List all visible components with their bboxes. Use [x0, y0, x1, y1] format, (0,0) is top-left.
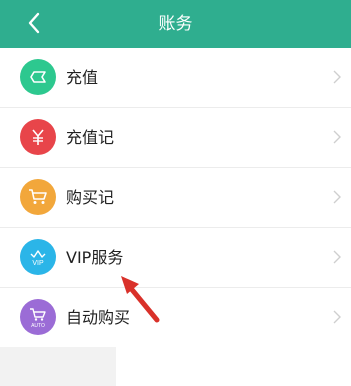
- menu-item-label: VIP服务: [66, 248, 124, 267]
- account-menu-list: 充值 充值记 购买记 VIP VIP服务 AUTO 自动购买: [0, 48, 351, 347]
- vip-crown-icon: VIP: [20, 239, 56, 275]
- overlay-panel: [116, 347, 351, 386]
- app-header: 账务: [0, 0, 351, 48]
- menu-item-auto-purchase[interactable]: AUTO 自动购买: [0, 288, 351, 347]
- menu-item-vip-service[interactable]: VIP VIP服务: [0, 228, 351, 288]
- chevron-right-icon: [333, 130, 341, 144]
- svg-text:AUTO: AUTO: [31, 323, 45, 329]
- menu-item-label: 购买记: [66, 188, 115, 207]
- menu-item-label: 充值记: [66, 128, 115, 147]
- menu-item-recharge-records[interactable]: 充值记: [0, 108, 351, 168]
- chevron-right-icon: [333, 310, 341, 324]
- yuan-icon: [20, 119, 56, 155]
- menu-item-label: 充值: [66, 68, 99, 87]
- chevron-right-icon: [333, 250, 341, 264]
- menu-item-purchase-records[interactable]: 购买记: [0, 168, 351, 228]
- chevron-right-icon: [333, 70, 341, 84]
- annotation-arrow-icon: [121, 276, 160, 323]
- auto-cart-icon: AUTO: [20, 299, 56, 335]
- svg-text:VIP: VIP: [32, 260, 44, 267]
- chevron-right-icon: [333, 190, 341, 204]
- recharge-icon: [20, 59, 56, 95]
- menu-item-recharge[interactable]: 充值: [0, 48, 351, 108]
- cart-icon: [20, 179, 56, 215]
- page-title: 账务: [158, 14, 193, 34]
